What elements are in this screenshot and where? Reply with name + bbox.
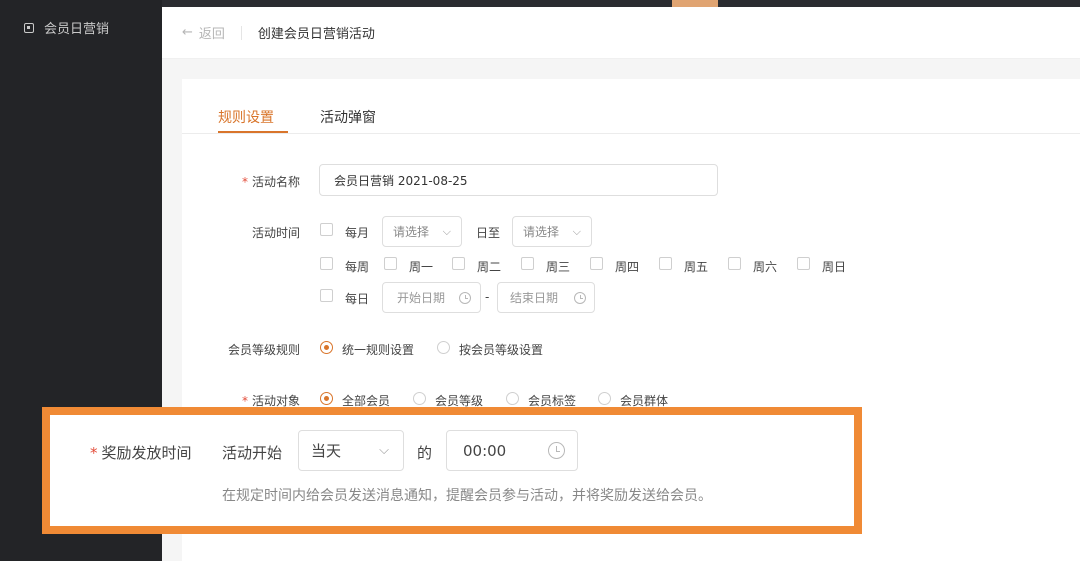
- reward-day-select[interactable]: 当天 ⌵: [298, 430, 404, 471]
- activity-name-label: * 活动名称: [241, 175, 300, 189]
- target-all-radio[interactable]: [320, 392, 333, 405]
- monthly-from-placeholder: 请选择: [393, 225, 430, 239]
- weekday-checkbox[interactable]: [452, 257, 465, 270]
- end-date-placeholder: 结束日期: [510, 291, 559, 305]
- weekday-label: 周三: [546, 260, 571, 274]
- reward-day-value: 当天: [311, 442, 342, 460]
- activity-time-label: 活动时间: [251, 226, 300, 240]
- weekly-checkbox[interactable]: [320, 257, 333, 270]
- weekday-checkbox[interactable]: [590, 257, 603, 270]
- activity-name-input[interactable]: 会员日营销 2021-08-25: [319, 164, 718, 196]
- weekday-checkbox[interactable]: [384, 257, 397, 270]
- top-accent: [672, 0, 718, 7]
- required-mark: *: [241, 175, 248, 189]
- clock-icon: [548, 442, 565, 459]
- reward-time-label: * 奖励发放时间: [90, 444, 192, 462]
- chevron-down-icon: ⌵: [442, 224, 451, 238]
- clock-icon: [574, 292, 586, 304]
- tab-rule-settings[interactable]: 规则设置: [218, 107, 274, 127]
- per-level-rule-label: 按会员等级设置: [459, 343, 544, 357]
- back-button[interactable]: ← 返回: [182, 23, 225, 42]
- daily-label: 每日: [345, 292, 370, 306]
- unified-rule-label: 统一规则设置: [342, 343, 415, 357]
- weekday-label: 周一: [409, 260, 434, 274]
- weekday-label: 周六: [753, 260, 778, 274]
- unified-rule-radio[interactable]: [320, 341, 333, 354]
- weekday-label: 周日: [822, 260, 847, 274]
- tab-active-indicator: [218, 131, 288, 133]
- monthly-from-select[interactable]: 请选择 ⌵: [382, 216, 462, 247]
- sidebar-item-label: 会员日营销: [44, 22, 110, 37]
- reward-time-hint: 在规定时间内给会员发送消息通知，提醒会员参与活动，并将奖励发送给会员。: [222, 488, 712, 504]
- reward-connector-text: 的: [417, 444, 433, 462]
- top-strip: [0, 0, 1080, 7]
- weekday-checkbox[interactable]: [728, 257, 741, 270]
- weekday-checkbox[interactable]: [797, 257, 810, 270]
- end-date-input[interactable]: 结束日期: [497, 282, 595, 313]
- start-date-input[interactable]: 开始日期: [382, 282, 481, 313]
- app-icon: [24, 22, 34, 33]
- chevron-down-icon: ⌵: [379, 443, 389, 458]
- reward-time-value: 00:00: [463, 441, 507, 460]
- back-label: 返回: [198, 27, 225, 42]
- clock-icon: [459, 292, 471, 304]
- weekday-label: 周二: [477, 260, 502, 274]
- required-mark: *: [241, 394, 248, 408]
- per-level-rule-radio[interactable]: [437, 341, 450, 354]
- monthly-to-placeholder: 请选择: [523, 225, 560, 239]
- monthly-checkbox[interactable]: [320, 223, 333, 236]
- target-level-radio[interactable]: [413, 392, 426, 405]
- weekly-label: 每周: [345, 260, 370, 274]
- target-tag-radio[interactable]: [506, 392, 519, 405]
- tab-activity-popup[interactable]: 活动弹窗: [320, 107, 376, 127]
- weekday-label: 周五: [684, 260, 709, 274]
- page-header: ← 返回 创建会员日营销活动: [162, 7, 1080, 59]
- daily-checkbox[interactable]: [320, 289, 333, 302]
- target-group-radio[interactable]: [598, 392, 611, 405]
- weekday-checkbox[interactable]: [521, 257, 534, 270]
- monthly-to-select[interactable]: 请选择 ⌵: [512, 216, 592, 247]
- reward-time-highlight: * 奖励发放时间 活动开始 当天 ⌵ 的 00:00 在规定时间内给会员发送消息通…: [42, 407, 862, 534]
- back-arrow-icon: ←: [182, 25, 193, 40]
- weekday-label: 周四: [615, 260, 640, 274]
- monthly-label: 每月: [345, 226, 370, 240]
- day-to-text: 日至: [476, 226, 501, 240]
- date-separator: -: [485, 290, 490, 304]
- chevron-down-icon: ⌵: [572, 224, 581, 238]
- tab-bar: 规则设置 活动弹窗: [182, 79, 1080, 134]
- level-rule-label: 会员等级规则: [227, 343, 300, 357]
- reward-prefix-text: 活动开始: [222, 444, 283, 462]
- header-divider: [240, 25, 242, 40]
- start-date-placeholder: 开始日期: [397, 291, 446, 305]
- sidebar-item-member-day[interactable]: 会员日营销: [24, 18, 109, 37]
- page-title: 创建会员日营销活动: [257, 27, 375, 42]
- weekday-checkbox[interactable]: [659, 257, 672, 270]
- reward-time-input[interactable]: 00:00: [446, 430, 578, 471]
- required-mark: *: [90, 444, 98, 462]
